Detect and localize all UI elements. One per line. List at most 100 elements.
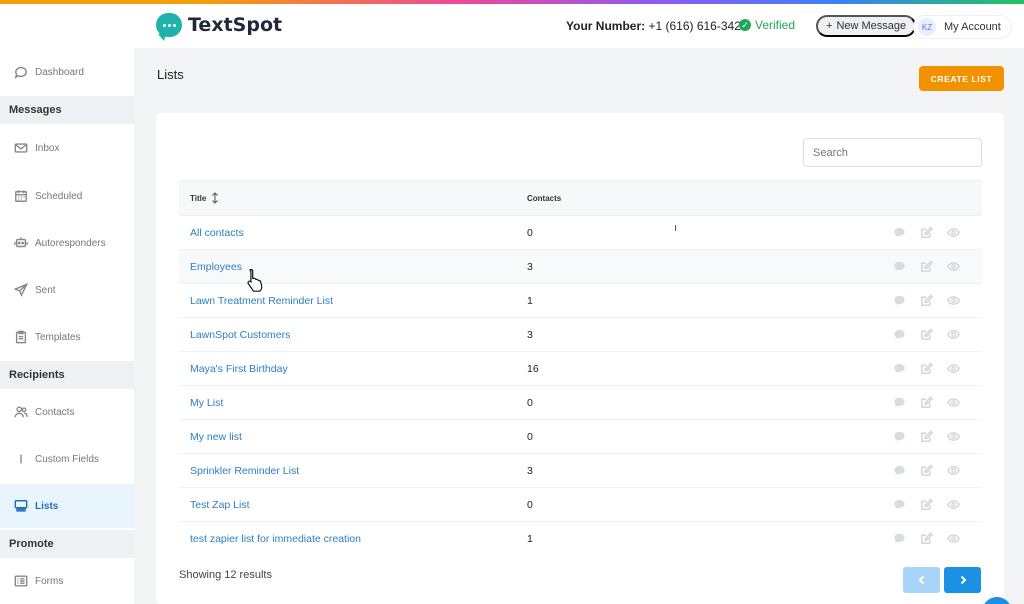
message-icon[interactable]	[893, 260, 906, 273]
message-icon[interactable]	[893, 328, 906, 341]
clipboard-icon	[15, 330, 27, 344]
edit-icon[interactable]	[920, 464, 933, 477]
sidebar-item-scheduled[interactable]: Scheduled	[0, 176, 134, 216]
list-title-link[interactable]: Test Zap List	[179, 499, 527, 511]
verified-label: Verified	[755, 18, 796, 32]
next-page-button[interactable]	[944, 567, 981, 593]
column-header-title[interactable]: Title	[179, 192, 527, 204]
message-icon[interactable]	[893, 294, 906, 307]
edit-icon[interactable]	[920, 362, 933, 375]
sidebar-item-label: Autoresponders	[35, 237, 106, 249]
calendar-icon	[15, 190, 27, 202]
row-actions	[893, 294, 960, 307]
sort-icon[interactable]	[211, 192, 219, 204]
list-contacts-count: 0	[527, 396, 533, 409]
table-row: My List 0	[179, 385, 982, 419]
chat-logo-icon	[156, 13, 182, 41]
eye-icon[interactable]	[947, 430, 960, 443]
list-contacts-count: 0	[527, 430, 533, 443]
message-icon[interactable]	[893, 226, 906, 239]
edit-icon[interactable]	[920, 226, 933, 239]
sidebar-item-autoresponders[interactable]: Autoresponders	[0, 223, 134, 263]
my-account-label: My Account	[944, 21, 1001, 33]
eye-icon[interactable]	[947, 396, 960, 409]
list-contacts-count: 0	[527, 226, 533, 239]
sidebar-item-contacts[interactable]: Contacts	[0, 392, 134, 432]
sidebar-item-inbox[interactable]: Inbox	[0, 128, 134, 168]
list-title-link[interactable]: test zapier list for immediate creation	[179, 533, 527, 545]
sidebar-item-label: Forms	[35, 575, 64, 587]
list-contacts-count: 1	[527, 532, 533, 545]
pointer-cursor-icon	[247, 268, 263, 292]
top-header: TextSpot Your Number: +1 (616) 616-3422 …	[0, 4, 1024, 48]
chevron-right-icon	[960, 575, 966, 585]
message-icon[interactable]	[893, 396, 906, 409]
search-input[interactable]	[803, 138, 982, 167]
my-account-button[interactable]: KZ My Account	[913, 15, 1012, 39]
message-icon[interactable]	[893, 464, 906, 477]
sidebar-item-forms[interactable]: Forms	[0, 561, 134, 601]
create-list-button[interactable]: CREATE LIST	[919, 66, 1004, 91]
list-title-link[interactable]: All contacts	[179, 227, 527, 239]
page-title: Lists	[157, 67, 184, 82]
message-icon[interactable]	[893, 498, 906, 511]
eye-icon[interactable]	[947, 532, 960, 545]
sidebar-item-templates[interactable]: Templates	[0, 317, 134, 357]
sidebar-item-custom-fields[interactable]: Custom Fields	[0, 439, 134, 479]
row-actions	[893, 362, 960, 375]
edit-icon[interactable]	[920, 498, 933, 511]
row-actions	[893, 430, 960, 443]
row-actions	[893, 498, 960, 511]
check-circle-icon: ✓	[739, 19, 751, 31]
list-title-link[interactable]: My List	[179, 397, 527, 409]
list-contacts-count: 0	[527, 498, 533, 511]
sidebar-item-sent[interactable]: Sent	[0, 270, 134, 310]
list-contacts-count: 16	[527, 362, 539, 375]
eye-icon[interactable]	[947, 260, 960, 273]
eye-icon[interactable]	[947, 362, 960, 375]
eye-icon[interactable]	[947, 498, 960, 511]
list-icon	[14, 500, 28, 512]
list-title-link[interactable]: Maya's First Birthday	[179, 363, 527, 375]
sidebar-item-lists[interactable]: Lists	[0, 484, 134, 528]
list-title-link[interactable]: Employees	[179, 261, 527, 273]
edit-icon[interactable]	[920, 430, 933, 443]
edit-icon[interactable]	[920, 328, 933, 341]
edit-icon[interactable]	[920, 396, 933, 409]
form-icon	[14, 575, 28, 587]
edit-icon[interactable]	[920, 294, 933, 307]
prev-page-button[interactable]	[903, 567, 940, 593]
list-title-link[interactable]: Lawn Treatment Reminder List	[179, 295, 527, 307]
sidebar-item-label: Lists	[35, 500, 59, 512]
send-icon	[14, 283, 28, 297]
eye-icon[interactable]	[947, 226, 960, 239]
eye-icon[interactable]	[947, 294, 960, 307]
message-icon[interactable]	[893, 532, 906, 545]
message-icon[interactable]	[893, 430, 906, 443]
chevron-left-icon	[918, 575, 924, 585]
table-row: Sprinkler Reminder List 3	[179, 453, 982, 487]
your-number-value: +1 (616) 616-3422	[648, 19, 748, 33]
column-header-label: Title	[190, 193, 207, 203]
eye-icon[interactable]	[947, 328, 960, 341]
plus-icon: +	[826, 20, 833, 32]
row-actions	[893, 396, 960, 409]
lists-table: Title Contacts All contacts 0 Employees 3 La…	[179, 180, 982, 555]
sidebar-heading-messages: Messages	[0, 96, 134, 124]
your-number: Your Number: +1 (616) 616-3422	[566, 19, 748, 33]
row-actions	[893, 464, 960, 477]
table-row: All contacts 0	[179, 215, 982, 249]
new-message-button[interactable]: + New Message	[816, 15, 917, 37]
sidebar: Dashboard Messages Inbox Scheduled Autor…	[0, 48, 134, 604]
edit-icon[interactable]	[920, 260, 933, 273]
list-title-link[interactable]: LawnSpot Customers	[179, 329, 527, 341]
message-icon[interactable]	[893, 362, 906, 375]
eye-icon[interactable]	[947, 464, 960, 477]
app-name: TextSpot	[188, 14, 283, 36]
edit-icon[interactable]	[920, 532, 933, 545]
table-row: Employees 3	[179, 249, 982, 283]
list-title-link[interactable]: Sprinkler Reminder List	[179, 465, 527, 477]
list-title-link[interactable]: My new list	[179, 431, 527, 443]
app-logo[interactable]: TextSpot	[156, 13, 283, 41]
sidebar-item-dashboard[interactable]: Dashboard	[0, 52, 134, 92]
